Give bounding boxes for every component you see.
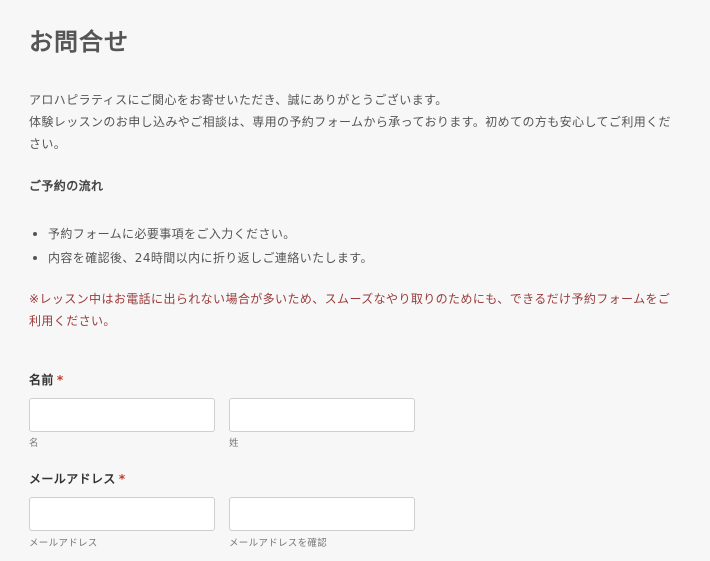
- list-item: 内容を確認後、24時間以内に折り返しご連絡いたします。: [33, 246, 373, 270]
- reservation-steps-list: 予約フォームに必要事項をご入力ください。 内容を確認後、24時間以内に折り返しご…: [33, 222, 373, 270]
- reservation-flow-heading: ご予約の流れ: [29, 179, 104, 193]
- step-text: 予約フォームに必要事項をご入力ください。: [48, 227, 296, 241]
- email-confirm-sublabel: メールアドレスを確認: [229, 538, 328, 549]
- bullet-icon: [33, 232, 37, 236]
- last-name-sublabel: 姓: [229, 438, 239, 449]
- list-item: 予約フォームに必要事項をご入力ください。: [33, 222, 373, 246]
- email-field-label: メールアドレス *: [29, 470, 126, 487]
- first-name-input[interactable]: [29, 398, 215, 432]
- email-sublabel: メールアドレス: [29, 538, 98, 549]
- name-label-text: 名前: [29, 373, 54, 387]
- email-label-text: メールアドレス: [29, 472, 116, 486]
- last-name-input[interactable]: [229, 398, 415, 432]
- name-field-label: 名前 *: [29, 371, 64, 388]
- email-input[interactable]: [29, 497, 215, 531]
- email-confirm-input[interactable]: [229, 497, 415, 531]
- page-title: お問合せ: [29, 28, 129, 56]
- intro-text: アロハピラティスにご関心をお寄せいただき、誠にありがとうございます。 体験レッス…: [29, 89, 679, 155]
- step-text: 内容を確認後、24時間以内に折り返しご連絡いたします。: [48, 251, 373, 265]
- required-marker: *: [118, 472, 126, 486]
- bullet-icon: [33, 256, 37, 260]
- intro-line-2: 体験レッスンのお申し込みやご相談は、専用の予約フォームから承っております。初めて…: [29, 115, 671, 151]
- first-name-sublabel: 名: [29, 438, 39, 449]
- required-marker: *: [56, 373, 64, 387]
- intro-line-1: アロハピラティスにご関心をお寄せいただき、誠にありがとうございます。: [29, 93, 448, 107]
- phone-notice: ※レッスン中はお電話に出られない場合が多いため、スムーズなやり取りのためにも、で…: [29, 292, 671, 328]
